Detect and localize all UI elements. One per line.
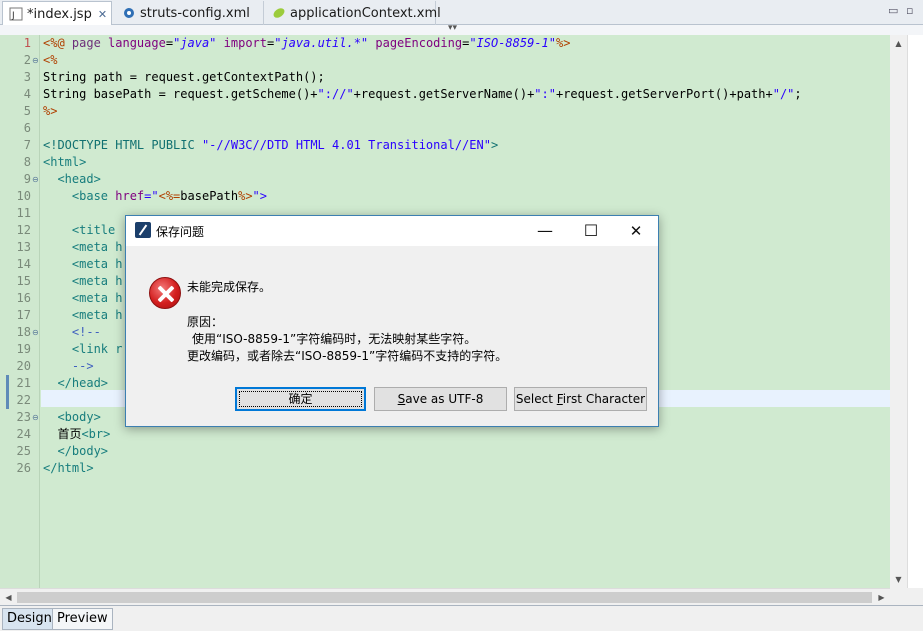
- fold-toggle-icon[interactable]: ⊖: [32, 409, 40, 426]
- scroll-up-icon[interactable]: ▲: [890, 35, 907, 52]
- code-line: <!--: [43, 325, 101, 339]
- save-problem-dialog: 保存问题 — ☐ ✕ 未能完成保存。 原因： 使用“ISO-8859-1”字符编…: [125, 215, 659, 427]
- code-line: <meta h: [43, 308, 123, 322]
- editor-mode-tabs: Design Preview: [0, 605, 923, 631]
- tab-application-context[interactable]: applicationContext.xml: [266, 1, 441, 25]
- code-line: </html>: [43, 461, 94, 475]
- editor-tab-bar: J *index.jsp ✕ struts-config.xml applica…: [0, 0, 923, 26]
- line-number: 5: [23, 104, 31, 118]
- minimize-icon[interactable]: —: [525, 219, 565, 243]
- overview-ruler[interactable]: [907, 35, 923, 588]
- line-number: 3: [23, 70, 31, 84]
- code-line: <meta h: [43, 291, 123, 305]
- fold-toggle-icon[interactable]: ⊖: [32, 324, 40, 341]
- line-number: 13: [16, 240, 31, 254]
- code-line: String basePath = request.getScheme()+":…: [43, 87, 802, 101]
- close-icon[interactable]: ✕: [98, 8, 107, 21]
- focus-rectangle: [239, 391, 362, 407]
- code-line: <%@ page language="java" import="java.ut…: [43, 36, 571, 50]
- line-number: 26: [16, 461, 31, 475]
- error-icon: [149, 277, 181, 309]
- line-number: 21: [16, 376, 31, 390]
- tab-struts-config[interactable]: struts-config.xml: [116, 1, 264, 25]
- line-number: 1: [23, 36, 31, 50]
- reason-text: 更改编码，或者除去“ISO-8859-1”字符编码不支持的字符。: [187, 349, 508, 363]
- code-line: <head>: [43, 172, 101, 186]
- line-number: 11: [16, 206, 31, 220]
- line-number: 9: [23, 172, 31, 186]
- horizontal-scrollbar[interactable]: ◀ ▶: [0, 588, 890, 605]
- scroll-left-icon[interactable]: ◀: [0, 589, 17, 606]
- line-number: 14: [16, 257, 31, 271]
- jsp-file-icon: J: [9, 7, 23, 21]
- line-number: 24: [16, 427, 31, 441]
- tab-index-jsp[interactable]: J *index.jsp ✕: [2, 1, 112, 26]
- tab-label: *index.jsp: [27, 6, 92, 22]
- code-line: <link r: [43, 342, 123, 356]
- tab-label: applicationContext.xml: [290, 5, 441, 21]
- save-as-utf8-button[interactable]: Save as UTF-8: [374, 387, 507, 411]
- reason-text: 使用“ISO-8859-1”字符编码时，无法映射某些字符。: [192, 332, 477, 346]
- line-number: 23: [16, 410, 31, 424]
- code-line: <%: [43, 53, 58, 67]
- line-number: 10: [16, 189, 31, 203]
- code-line: -->: [43, 359, 94, 373]
- line-number: 18: [16, 325, 31, 339]
- line-number: 12: [16, 223, 31, 237]
- code-line: <meta h: [43, 240, 123, 254]
- tab-design[interactable]: Design: [2, 608, 57, 630]
- gear-file-icon: [122, 6, 136, 20]
- vertical-scrollbar[interactable]: ▲ ▼: [890, 35, 907, 588]
- fold-toggle-icon[interactable]: ⊖: [32, 52, 40, 69]
- code-line: <html>: [43, 155, 87, 169]
- dialog-title: 保存问题: [156, 225, 205, 239]
- code-line: <body>: [43, 410, 101, 424]
- line-number: 2: [23, 53, 31, 67]
- reason-label: 原因：: [187, 315, 224, 329]
- fold-toggle-icon[interactable]: ⊖: [32, 171, 40, 188]
- line-number: 25: [16, 444, 31, 458]
- line-number: 6: [23, 121, 31, 135]
- line-number: 22: [16, 393, 31, 407]
- close-icon[interactable]: ✕: [616, 219, 656, 243]
- code-line: <!DOCTYPE HTML PUBLIC "-//W3C//DTD HTML …: [43, 138, 499, 152]
- line-number: 19: [16, 342, 31, 356]
- spring-leaf-icon: [272, 6, 286, 20]
- tab-label: struts-config.xml: [140, 5, 250, 21]
- code-line: 首页<br>: [43, 427, 111, 441]
- scroll-down-icon[interactable]: ▼: [890, 571, 907, 588]
- line-number: 8: [23, 155, 31, 169]
- minimize-editor-icon[interactable]: ▭: [888, 4, 898, 17]
- tab-preview[interactable]: Preview: [52, 608, 113, 630]
- code-line: </body>: [43, 444, 109, 458]
- line-number: 15: [16, 274, 31, 288]
- maximize-icon[interactable]: ☐: [571, 219, 611, 243]
- line-number: 16: [16, 291, 31, 305]
- line-number: 17: [16, 308, 31, 322]
- ok-button[interactable]: 确定: [235, 387, 366, 411]
- split-handle-icon[interactable]: ▾▾: [448, 23, 457, 33]
- error-message: 未能完成保存。: [187, 280, 272, 294]
- code-line: String path = request.getContextPath();: [43, 70, 325, 84]
- code-line: <meta h: [43, 274, 123, 288]
- svg-text:J: J: [11, 11, 15, 21]
- scroll-right-icon[interactable]: ▶: [873, 589, 890, 606]
- code-line: <meta h: [43, 257, 123, 271]
- line-number: 7: [23, 138, 31, 152]
- line-number: 4: [23, 87, 31, 101]
- dialog-title-bar[interactable]: 保存问题 — ☐ ✕: [126, 216, 658, 246]
- code-line: %>: [43, 104, 58, 118]
- select-first-character-button[interactable]: Select First Character: [514, 387, 647, 411]
- code-line: </head>: [43, 376, 109, 390]
- maximize-editor-icon[interactable]: ▫: [906, 4, 913, 17]
- editor-divider[interactable]: ▾▾: [0, 23, 923, 35]
- line-number: 20: [16, 359, 31, 373]
- code-line: <title: [43, 223, 116, 237]
- scrollbar-thumb[interactable]: [17, 592, 872, 603]
- eclipse-app-icon: [135, 222, 151, 238]
- code-line: <base href="<%=basePath%>">: [43, 189, 267, 203]
